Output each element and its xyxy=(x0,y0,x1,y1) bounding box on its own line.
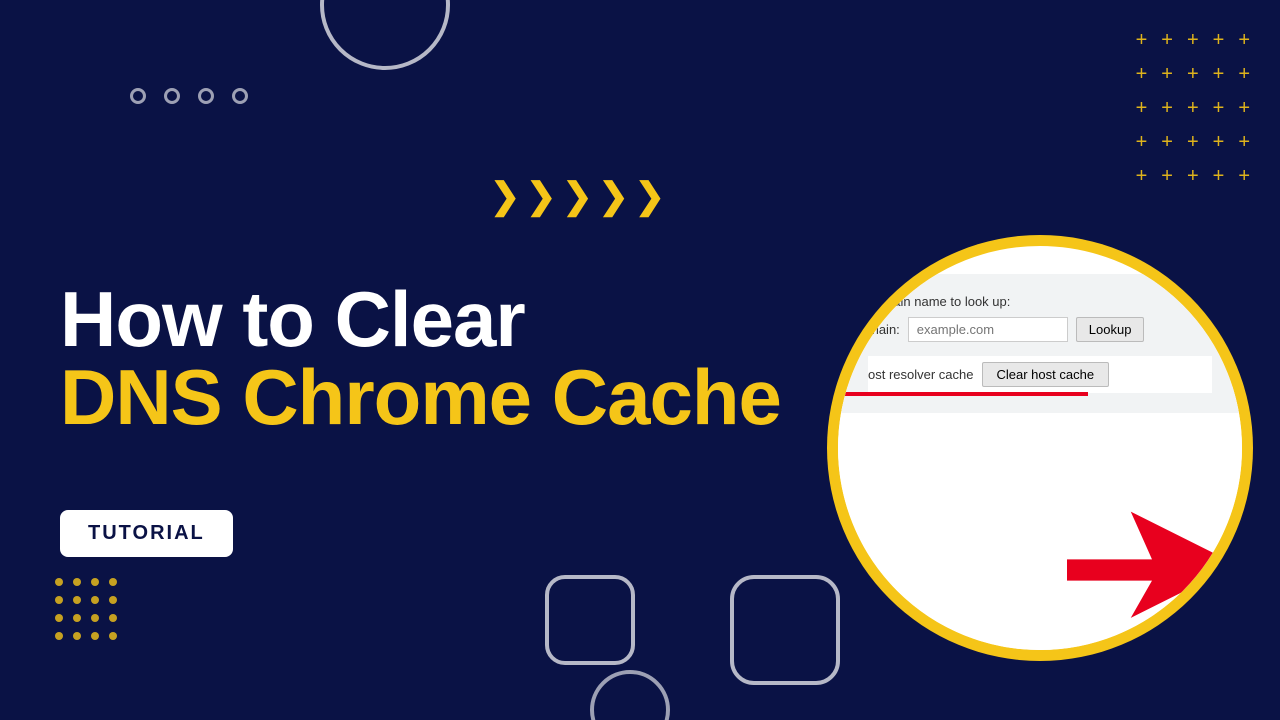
plus-icon: + xyxy=(1161,64,1173,84)
plus-icon: + xyxy=(1238,132,1250,152)
bottom-circle-decoration xyxy=(590,670,670,720)
plus-icon: + xyxy=(1187,30,1199,50)
small-dot xyxy=(73,614,81,622)
clear-host-cache-button[interactable]: Clear host cache xyxy=(982,362,1110,387)
cache-row: ost resolver cache Clear host cache xyxy=(868,356,1212,393)
tutorial-label: TUTORIAL xyxy=(88,522,205,544)
small-dot xyxy=(109,614,117,622)
chevrons-decoration: ❯ ❯ ❯ ❯ ❯ xyxy=(490,178,665,214)
plus-icon: + xyxy=(1161,166,1173,186)
input-label: main: xyxy=(868,322,900,337)
plus-icon: + xyxy=(1213,64,1225,84)
chevron-icon: ❯ xyxy=(562,178,592,214)
plus-icon: + xyxy=(1136,132,1148,152)
plus-icon: + xyxy=(1187,98,1199,118)
chevron-icon: ❯ xyxy=(599,178,629,214)
red-highlight-line xyxy=(830,392,1088,396)
small-dot xyxy=(55,578,63,586)
small-dot xyxy=(55,632,63,640)
small-dot xyxy=(73,596,81,604)
small-dot xyxy=(109,596,117,604)
tutorial-badge: TUTORIAL xyxy=(60,510,233,557)
dot-2 xyxy=(164,88,180,104)
plus-icon: + xyxy=(1213,98,1225,118)
top-circle-decoration xyxy=(320,0,450,70)
rounded-square-2 xyxy=(730,575,840,685)
screenshot-circle: domain name to look up: main: Lookup ost… xyxy=(830,238,1250,658)
lookup-row: main: Lookup xyxy=(868,317,1212,342)
plus-icon: + xyxy=(1187,132,1199,152)
small-dot xyxy=(109,578,117,586)
background: + + + + + + + + + + + + + + + + + + + + … xyxy=(0,0,1280,720)
domain-input[interactable] xyxy=(908,317,1068,342)
plus-icon: + xyxy=(1213,132,1225,152)
rounded-square-1 xyxy=(545,575,635,665)
small-dot xyxy=(55,596,63,604)
red-arrow-icon xyxy=(1067,510,1237,630)
title-line2: DNS Chrome Cache xyxy=(60,358,781,436)
plus-icon: + xyxy=(1238,30,1250,50)
title-line1: How to Clear xyxy=(60,280,781,358)
plus-grid-decoration: + + + + + + + + + + + + + + + + + + + + … xyxy=(1136,30,1250,186)
plus-icon: + xyxy=(1238,64,1250,84)
plus-icon: + xyxy=(1161,132,1173,152)
small-dot xyxy=(73,578,81,586)
small-dot xyxy=(73,632,81,640)
plus-icon: + xyxy=(1187,166,1199,186)
plus-icon: + xyxy=(1213,30,1225,50)
cache-label: ost resolver cache xyxy=(868,367,974,382)
dots-decoration xyxy=(130,88,248,104)
plus-icon: + xyxy=(1136,30,1148,50)
plus-icon: + xyxy=(1136,98,1148,118)
plus-icon: + xyxy=(1213,166,1225,186)
dot-4 xyxy=(232,88,248,104)
chevron-icon: ❯ xyxy=(490,178,520,214)
plus-icon: + xyxy=(1238,98,1250,118)
plus-icon: + xyxy=(1238,166,1250,186)
plus-icon: + xyxy=(1136,166,1148,186)
small-dot xyxy=(91,578,99,586)
plus-icon: + xyxy=(1136,64,1148,84)
plus-icon: + xyxy=(1187,64,1199,84)
plus-icon: + xyxy=(1161,30,1173,50)
dot-3 xyxy=(198,88,214,104)
chrome-dns-ui: domain name to look up: main: Lookup ost… xyxy=(838,274,1242,413)
main-title: How to Clear DNS Chrome Cache xyxy=(60,280,781,436)
domain-label: domain name to look up: xyxy=(868,294,1212,309)
lookup-button[interactable]: Lookup xyxy=(1076,317,1145,342)
small-dot xyxy=(109,632,117,640)
chevron-icon: ❯ xyxy=(635,178,665,214)
chevron-icon: ❯ xyxy=(526,178,556,214)
small-dot xyxy=(91,614,99,622)
small-dot xyxy=(91,632,99,640)
dot-grid-decoration xyxy=(55,578,117,640)
plus-icon: + xyxy=(1161,98,1173,118)
small-dot xyxy=(91,596,99,604)
small-dot xyxy=(55,614,63,622)
dot-1 xyxy=(130,88,146,104)
